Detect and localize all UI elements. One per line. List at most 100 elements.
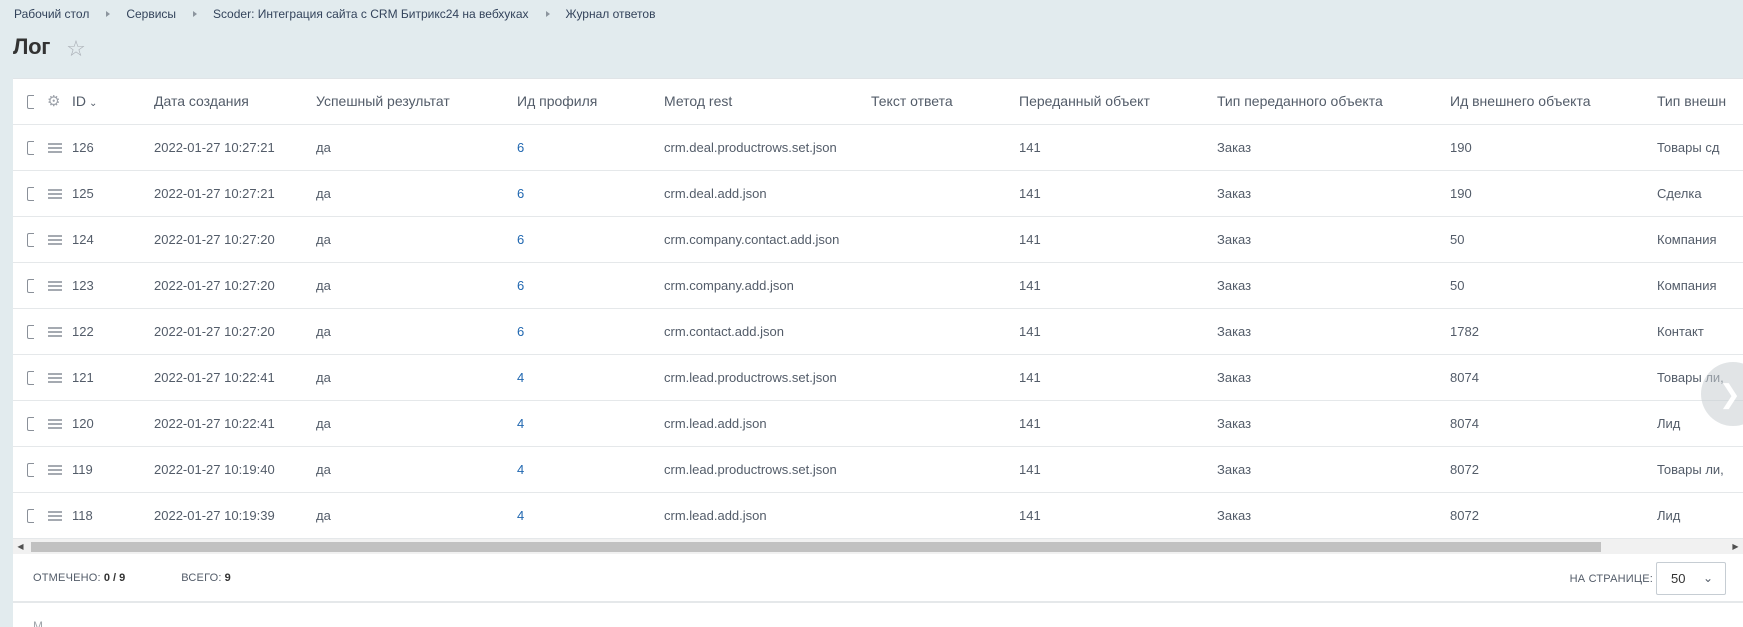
row-select-cell [13,216,34,263]
cell-method: crm.company.add.json [664,262,871,309]
row-checkbox[interactable] [27,462,34,477]
breadcrumb-item-module[interactable]: Scoder: Интеграция сайта с CRM Битрикс24… [213,7,528,21]
cell-date: 2022-01-27 10:22:41 [154,354,316,401]
row-select-cell [13,492,34,539]
breadcrumb-item-desktop[interactable]: Рабочий стол [14,7,89,21]
table-row[interactable]: 125 2022-01-27 10:27:21 да 6 crm.deal.add.js… [13,170,1743,217]
row-menu-icon[interactable] [48,327,62,338]
breadcrumb-item-services[interactable]: Сервисы [126,7,176,21]
cell-result: да [316,216,517,263]
checked-value: 0 / 9 [103,571,126,584]
header-id-label[interactable]: ID [72,93,86,109]
row-menu-cell [34,354,72,401]
cell-result: да [316,400,517,447]
profile-link[interactable]: 6 [517,140,524,155]
row-checkbox[interactable] [27,186,34,201]
row-menu-cell [34,262,72,309]
header-method[interactable]: Метод rest [664,79,871,125]
row-select-cell [13,170,34,217]
row-menu-icon[interactable] [48,143,62,154]
cell-profile: 6 [517,124,664,171]
per-page-select[interactable]: 50 ⌄ [1656,562,1726,595]
cell-profile: 6 [517,216,664,263]
header-text[interactable]: Текст ответа [871,79,1019,125]
profile-link[interactable]: 6 [517,278,524,293]
row-menu-cell [34,492,72,539]
row-checkbox[interactable] [27,140,34,155]
header-result[interactable]: Успешный результат [316,79,517,125]
row-select-cell [13,354,34,401]
row-checkbox[interactable] [27,370,34,385]
cell-object: 141 [1019,492,1217,539]
row-menu-icon[interactable] [48,465,62,476]
row-checkbox[interactable] [27,324,34,339]
cell-id: 126 [72,124,154,171]
cell-text [871,400,1019,447]
select-all-checkbox[interactable] [27,95,34,110]
breadcrumb-item-log[interactable]: Журнал ответов [566,7,656,21]
table-row[interactable]: 121 2022-01-27 10:22:41 да 4 crm.lead.produc… [13,354,1743,401]
cell-method: crm.lead.productrows.set.json [664,446,871,493]
cell-object-type: Заказ [1217,354,1450,401]
profile-link[interactable]: 4 [517,462,524,477]
header-id[interactable]: ID ⌄ [72,79,154,125]
row-menu-cell [34,446,72,493]
cell-external-type: Товары ли, [1657,446,1743,493]
row-menu-icon[interactable] [48,373,62,384]
horizontal-scrollbar[interactable]: ◀ ▶ [13,539,1743,554]
scrollbar-thumb[interactable] [31,542,1601,552]
cell-external-id: 190 [1450,170,1657,217]
row-menu-icon[interactable] [48,189,62,200]
row-checkbox[interactable] [27,508,34,523]
row-select-cell [13,446,34,493]
row-checkbox[interactable] [27,278,34,293]
table-row[interactable]: 120 2022-01-27 10:22:41 да 4 crm.lead.add.js… [13,400,1743,447]
table-row[interactable]: 123 2022-01-27 10:27:20 да 6 crm.company.add… [13,262,1743,309]
cell-id: 120 [72,400,154,447]
row-checkbox[interactable] [27,416,34,431]
header-external-id[interactable]: Ид внешнего объекта [1450,79,1657,125]
scroll-right-icon[interactable]: ▶ [1728,539,1743,554]
cell-text [871,492,1019,539]
header-object[interactable]: Переданный объект [1019,79,1217,125]
profile-link[interactable]: 4 [517,508,524,523]
profile-link[interactable]: 6 [517,324,524,339]
cell-external-id: 50 [1450,216,1657,263]
table-row[interactable]: 122 2022-01-27 10:27:20 да 6 crm.contact.add… [13,308,1743,355]
profile-link[interactable]: 6 [517,186,524,201]
row-menu-icon[interactable] [48,235,62,246]
cell-external-id: 190 [1450,124,1657,171]
table-row[interactable]: 118 2022-01-27 10:19:39 да 4 crm.lead.add.js… [13,492,1743,539]
header-date[interactable]: Дата создания [154,79,316,125]
table-row[interactable]: 119 2022-01-27 10:19:40 да 4 crm.lead.produc… [13,446,1743,493]
profile-link[interactable]: 4 [517,416,524,431]
cell-result: да [316,354,517,401]
row-menu-icon[interactable] [48,281,62,292]
row-menu-icon[interactable] [48,419,62,430]
cell-date: 2022-01-27 10:27:20 [154,216,316,263]
row-select-cell [13,262,34,309]
profile-link[interactable]: 6 [517,232,524,247]
header-profile[interactable]: Ид профиля [517,79,664,125]
gear-icon[interactable]: ⚙ [34,93,60,110]
table-row[interactable]: 126 2022-01-27 10:27:21 да 6 crm.deal.produc… [13,124,1743,171]
header-object-type[interactable]: Тип переданного объекта [1217,79,1450,125]
profile-link[interactable]: 4 [517,370,524,385]
row-menu-icon[interactable] [48,511,62,522]
cell-text [871,170,1019,217]
star-icon[interactable]: ☆ [66,38,86,60]
per-page: На странице: 50 ⌄ [1570,562,1726,595]
cell-id: 119 [72,446,154,493]
scroll-left-icon[interactable]: ◀ [13,539,28,554]
cell-method: crm.lead.add.json [664,400,871,447]
breadcrumb-separator-icon [106,11,111,17]
cell-external-id: 8072 [1450,492,1657,539]
select-all-cell [13,79,34,125]
chevron-down-icon[interactable]: ⌄ [89,98,97,109]
row-checkbox[interactable] [27,232,34,247]
table-row[interactable]: 124 2022-01-27 10:27:20 да 6 crm.company.con… [13,216,1743,263]
cell-method: crm.lead.productrows.set.json [664,354,871,401]
grid-scroll-area[interactable]: ⚙ ID ⌄ Дата создания Успешный результат И… [13,79,1743,539]
cell-object: 141 [1019,216,1217,263]
header-external-type[interactable]: Тип внешн [1657,79,1743,125]
